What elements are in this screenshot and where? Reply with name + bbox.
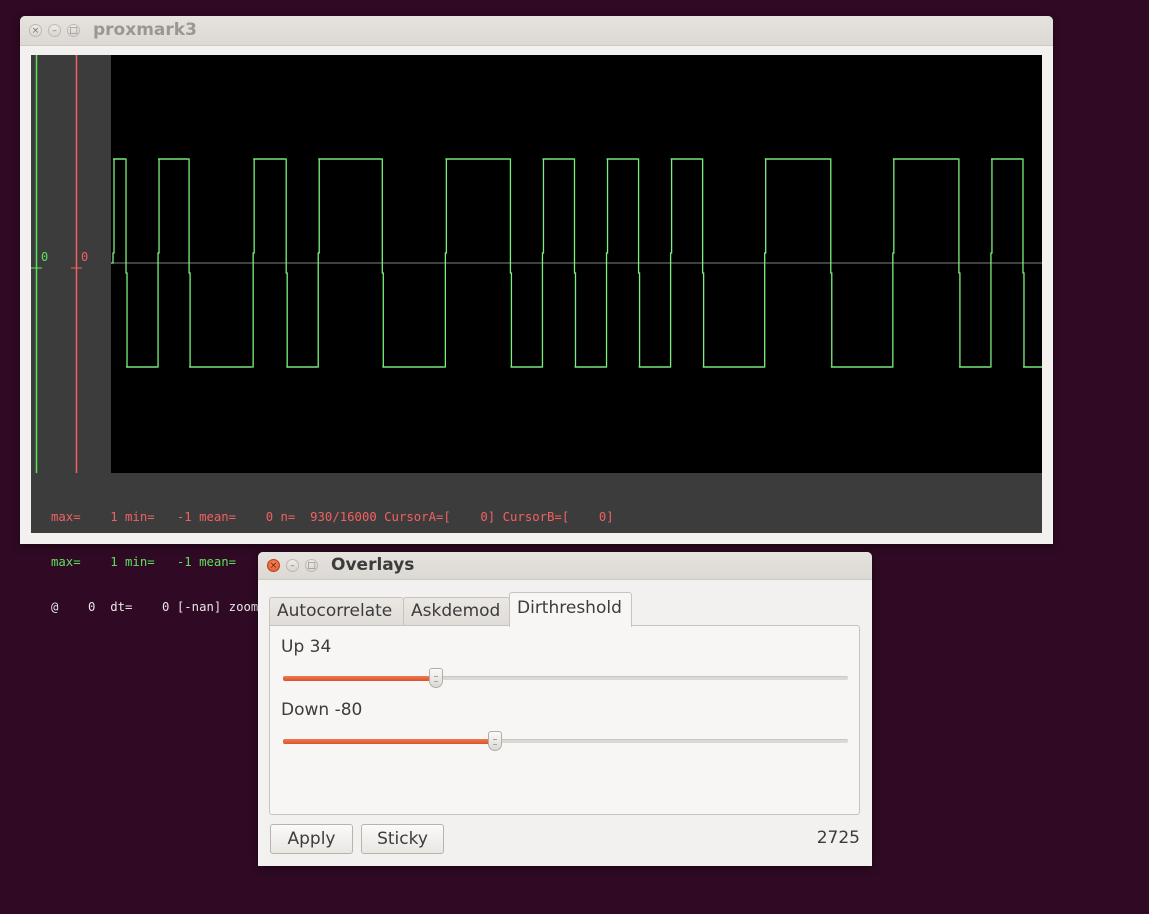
down-slider[interactable]: [283, 731, 848, 751]
overlays-window: × – □ Overlays Autocorrelate Askdemod Di…: [258, 552, 872, 866]
maximize-icon: □: [69, 26, 78, 36]
sample-counter: 2725: [816, 828, 860, 848]
plot-background: [111, 55, 1042, 473]
title-bar[interactable]: × – □ proxmark3: [20, 16, 1053, 46]
tab-askdemod[interactable]: Askdemod: [403, 597, 510, 625]
up-slider[interactable]: [283, 668, 848, 688]
status-line-red: max= 1 min= -1 mean= 0 n= 930/16000 Curs…: [51, 510, 614, 524]
overlays-minimize-button[interactable]: –: [286, 559, 299, 572]
minimize-icon: –: [290, 561, 295, 571]
green-zero-label: 0: [41, 250, 48, 264]
close-icon: ×: [31, 26, 40, 36]
down-slider-label: Down -80: [281, 700, 363, 720]
tab-dirthreshold[interactable]: Dirthreshold: [509, 592, 632, 627]
up-slider-label: Up 34: [281, 637, 332, 657]
down-slider-fill: [283, 739, 496, 744]
overlays-title-bar[interactable]: × – □ Overlays: [258, 552, 872, 580]
signal-plot[interactable]: 0 0: [31, 55, 1042, 533]
close-button[interactable]: ×: [29, 24, 42, 37]
maximize-button[interactable]: □: [67, 24, 80, 37]
minimize-button[interactable]: –: [48, 24, 61, 37]
apply-button[interactable]: Apply: [270, 824, 353, 854]
sticky-button[interactable]: Sticky: [361, 824, 444, 854]
up-slider-fill: [283, 676, 436, 681]
red-zero-label: 0: [81, 250, 88, 264]
minimize-icon: –: [52, 26, 57, 36]
tab-autocorrelate[interactable]: Autocorrelate: [269, 597, 404, 625]
overlays-maximize-button[interactable]: □: [305, 559, 318, 572]
proxmark3-window: × – □ proxmark3 0 0 max= 1 min= -1 mean=…: [20, 16, 1053, 614]
close-icon: ×: [269, 561, 278, 571]
up-slider-handle[interactable]: [428, 668, 443, 688]
overlays-close-button[interactable]: ×: [267, 559, 280, 572]
down-slider-handle[interactable]: [488, 731, 503, 751]
window-title: proxmark3: [93, 20, 197, 40]
plot-area[interactable]: 0 0 max= 1 min= -1 mean= 0 n= 930/16000 …: [31, 55, 1042, 614]
dirthreshold-panel: Up 34 Down -80: [269, 625, 860, 815]
maximize-icon: □: [307, 561, 316, 571]
overlays-title: Overlays: [331, 555, 415, 575]
